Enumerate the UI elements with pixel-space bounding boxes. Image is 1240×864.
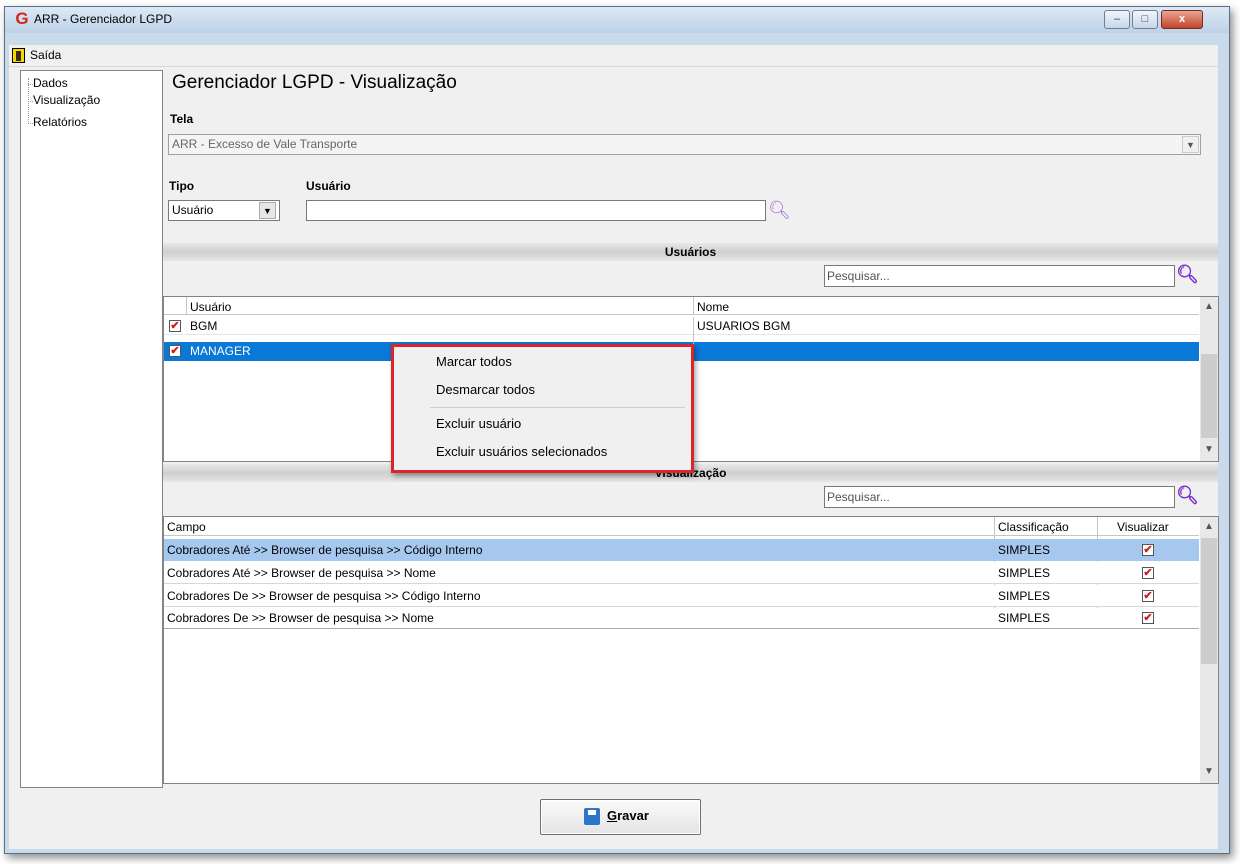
minimize-button[interactable]: – [1104,10,1130,29]
scroll-down-icon[interactable]: ▼ [1201,766,1217,777]
column-header-usuario[interactable]: Usuário [190,298,231,316]
table-row[interactable] [164,317,1199,335]
column-divider [693,297,694,315]
cell-classificacao: SIMPLES [998,543,1051,557]
close-button[interactable]: x [1161,10,1203,29]
cell-classificacao: SIMPLES [998,611,1051,625]
scroll-down-icon[interactable]: ▼ [1201,444,1217,455]
column-header-campo[interactable]: Campo [167,518,206,536]
chevron-down-icon[interactable]: ▼ [259,202,276,219]
tree-item-relatorios[interactable]: Relatórios [33,115,87,129]
visualizar-checkbox[interactable]: ✔ [1142,567,1154,579]
usuario-field[interactable] [306,200,766,221]
menu-item-marcar-todos[interactable]: Marcar todos [436,354,512,369]
search-icon[interactable]: 🔍︎ [1176,264,1199,286]
page-title: Gerenciador LGPD - Visualização [172,72,457,93]
tree-item-dados[interactable]: Dados [33,76,68,90]
floppy-disk-icon [584,808,600,825]
menu-exit[interactable]: Saída [30,48,61,62]
cell-campo: Cobradores De >> Browser de pesquisa >> … [167,589,481,603]
usuario-label: Usuário [306,179,351,193]
menu-item-desmarcar-todos[interactable]: Desmarcar todos [436,382,535,397]
tipo-label: Tipo [169,179,195,193]
row-checkbox[interactable]: ✔ [169,345,181,357]
visualizar-checkbox[interactable]: ✔ [1142,590,1154,602]
usuarios-section-header: Usuários [163,243,1218,261]
scroll-up-icon[interactable]: ▲ [1201,301,1217,312]
window-title: ARR - Gerenciador LGPD [34,12,173,26]
column-header-visualizar[interactable]: Visualizar [1117,518,1169,536]
scrollbar-thumb[interactable] [1201,354,1217,438]
cell-campo: Cobradores Até >> Browser de pesquisa >>… [167,566,436,580]
column-header-nome[interactable]: Nome [697,298,729,316]
search-icon[interactable]: 🔍︎ [768,200,792,222]
chevron-down-icon[interactable]: ▼ [1182,136,1199,153]
cell-classificacao: SIMPLES [998,566,1051,580]
scroll-up-icon[interactable]: ▲ [1201,521,1217,532]
exit-door-icon[interactable] [12,48,25,63]
menu-bar [9,45,1218,66]
tela-value: ARR - Excesso de Vale Transporte [172,137,358,151]
row-checkbox[interactable]: ✔ [169,320,181,332]
tree-item-visualizacao[interactable]: Visualização [33,93,100,107]
column-divider [186,297,187,315]
cell-usuario: MANAGER [190,344,251,358]
visualizar-checkbox[interactable]: ✔ [1142,544,1154,556]
menu-item-excluir-selecionados[interactable]: Excluir usuários selecionados [436,444,607,459]
usuarios-search-input[interactable]: Pesquisar... [824,265,1175,287]
search-icon[interactable]: 🔍︎ [1176,485,1199,507]
menu-item-excluir-usuario[interactable]: Excluir usuário [436,416,521,431]
app-logo-icon: G [15,9,29,28]
cell-usuario: BGM [190,319,218,333]
maximize-button[interactable]: □ [1132,10,1158,29]
cell-campo: Cobradores De >> Browser de pesquisa >> … [167,611,434,625]
title-bar[interactable] [5,7,1229,33]
cell-nome: USUARIOS BGM [697,319,791,333]
cell-campo: Cobradores Até >> Browser de pesquisa >>… [167,543,483,557]
navigation-tree [20,70,163,788]
visualizar-checkbox[interactable]: ✔ [1142,612,1154,624]
save-button-label: Gravar [607,808,649,823]
visualizacao-search-input[interactable]: Pesquisar... [824,486,1175,508]
tela-select[interactable]: ARR - Excesso de Vale Transporte [168,134,1201,155]
scrollbar-thumb[interactable] [1201,538,1217,664]
cell-classificacao: SIMPLES [998,589,1051,603]
tela-label: Tela [170,112,194,126]
usuarios-grid-header [164,297,1199,315]
tipo-value: Usuário [172,203,214,217]
menu-separator [430,407,685,408]
column-header-classificacao[interactable]: Classificação [998,518,1069,536]
